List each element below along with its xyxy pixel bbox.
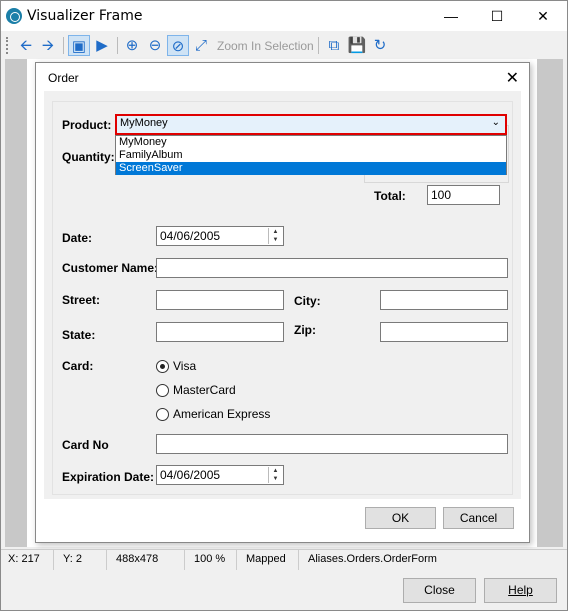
card-no-label: Card No bbox=[62, 438, 109, 452]
product-option[interactable]: FamilyAlbum bbox=[116, 149, 506, 162]
product-dropdown-list: MyMoney FamilyAlbum ScreenSaver bbox=[115, 135, 507, 175]
product-option[interactable]: MyMoney bbox=[116, 136, 506, 149]
american-express-radio[interactable] bbox=[156, 408, 169, 421]
highlight-image-icon[interactable]: ▣ bbox=[68, 35, 90, 56]
dialog-title: Order bbox=[48, 71, 79, 85]
expiration-date-label: Expiration Date: bbox=[62, 470, 155, 484]
product-combobox[interactable]: MyMoney ⌄ bbox=[115, 114, 507, 135]
save-icon[interactable]: 💾 bbox=[346, 35, 368, 56]
street-label: Street: bbox=[62, 293, 101, 307]
window-close-button[interactable]: ✕ bbox=[520, 1, 566, 31]
status-size: 488x478 bbox=[116, 553, 159, 565]
toolbar-grip[interactable] bbox=[6, 37, 8, 54]
street-field[interactable] bbox=[156, 290, 284, 310]
cancel-button[interactable]: Cancel bbox=[443, 507, 514, 529]
status-zoom: 100 % bbox=[194, 553, 226, 565]
expiration-date-spinner[interactable]: ▲ ▼ bbox=[268, 467, 282, 483]
american-express-label[interactable]: American Express bbox=[173, 407, 270, 421]
zip-field[interactable] bbox=[380, 322, 508, 342]
help-button[interactable]: Help bbox=[484, 578, 557, 603]
copy-icon[interactable]: ⧉ bbox=[323, 35, 345, 56]
date-picker[interactable]: 04/06/2005 ▲ ▼ bbox=[156, 226, 284, 246]
status-separator bbox=[298, 550, 299, 570]
refresh-icon[interactable]: ↻ bbox=[369, 35, 391, 56]
card-label: Card: bbox=[62, 359, 94, 373]
zoom-actual-icon[interactable]: ⊘ bbox=[167, 35, 189, 56]
toolbar-separator bbox=[117, 37, 118, 54]
state-label: State: bbox=[62, 328, 96, 342]
status-separator bbox=[184, 550, 185, 570]
status-separator bbox=[236, 550, 237, 570]
window-title: Visualizer Frame bbox=[27, 8, 143, 24]
product-label: Product: bbox=[62, 118, 112, 132]
dialog-close-icon[interactable]: ✕ bbox=[506, 68, 519, 88]
total-label: Total: bbox=[374, 189, 406, 203]
city-label: City: bbox=[294, 294, 321, 308]
visa-radio[interactable] bbox=[156, 360, 169, 373]
toolbar-separator bbox=[318, 37, 319, 54]
minimize-button[interactable]: — bbox=[428, 1, 474, 31]
forward-arrow-icon[interactable]: 🡪 bbox=[37, 35, 59, 56]
customer-name-label: Customer Name: bbox=[62, 261, 159, 275]
city-field[interactable] bbox=[380, 290, 508, 310]
title-bar: Visualizer Frame — ☐ ✕ bbox=[1, 1, 567, 31]
fit-to-window-icon[interactable]: ⤢ bbox=[190, 35, 212, 56]
status-x: X: 217 bbox=[8, 553, 40, 565]
date-spinner[interactable]: ▲ ▼ bbox=[268, 228, 282, 244]
zoom-in-icon[interactable]: ⊕ bbox=[121, 35, 143, 56]
ok-button[interactable]: OK bbox=[365, 507, 436, 529]
maximize-button[interactable]: ☐ bbox=[474, 1, 520, 31]
product-option[interactable]: ScreenSaver bbox=[116, 162, 506, 175]
status-alias: Aliases.Orders.OrderForm bbox=[308, 553, 437, 565]
toolbar: 🡨 🡪 ▣ ▶ ⊕ ⊖ ⊘ ⤢ Zoom In Selection ⧉ 💾 ↻ bbox=[1, 32, 567, 59]
status-mapped: Mapped bbox=[246, 553, 286, 565]
expiration-date-value: 04/06/2005 bbox=[160, 468, 221, 482]
card-no-field[interactable] bbox=[156, 434, 508, 454]
date-value: 04/06/2005 bbox=[160, 229, 221, 243]
visualizer-window: Visualizer Frame — ☐ ✕ 🡨 🡪 ▣ ▶ ⊕ ⊖ ⊘ ⤢ Z… bbox=[0, 0, 568, 611]
select-object-icon[interactable]: ▶ bbox=[91, 35, 113, 56]
back-arrow-icon[interactable]: 🡨 bbox=[15, 35, 37, 56]
visa-label[interactable]: Visa bbox=[173, 359, 196, 373]
total-field[interactable]: 100 bbox=[427, 185, 500, 205]
product-selected-value: MyMoney bbox=[120, 117, 168, 129]
status-separator bbox=[106, 550, 107, 570]
app-icon bbox=[6, 8, 22, 24]
zoom-in-selection-button[interactable]: Zoom In Selection bbox=[217, 39, 314, 53]
date-label: Date: bbox=[62, 231, 93, 245]
zoom-out-icon[interactable]: ⊖ bbox=[144, 35, 166, 56]
mastercard-radio[interactable] bbox=[156, 384, 169, 397]
mastercard-label[interactable]: MasterCard bbox=[173, 383, 236, 397]
state-field[interactable] bbox=[156, 322, 284, 342]
close-button[interactable]: Close bbox=[403, 578, 476, 603]
quantity-label: Quantity: bbox=[62, 150, 115, 164]
customer-name-field[interactable] bbox=[156, 258, 508, 278]
zip-label: Zip: bbox=[294, 323, 316, 337]
expiration-date-picker[interactable]: 04/06/2005 ▲ ▼ bbox=[156, 465, 284, 485]
status-y: Y: 2 bbox=[63, 553, 82, 565]
status-bar: X: 217 Y: 2 488x478 100 % Mapped Aliases… bbox=[1, 549, 567, 570]
toolbar-separator bbox=[63, 37, 64, 54]
chevron-down-icon[interactable]: ⌄ bbox=[492, 117, 500, 128]
status-separator bbox=[53, 550, 54, 570]
